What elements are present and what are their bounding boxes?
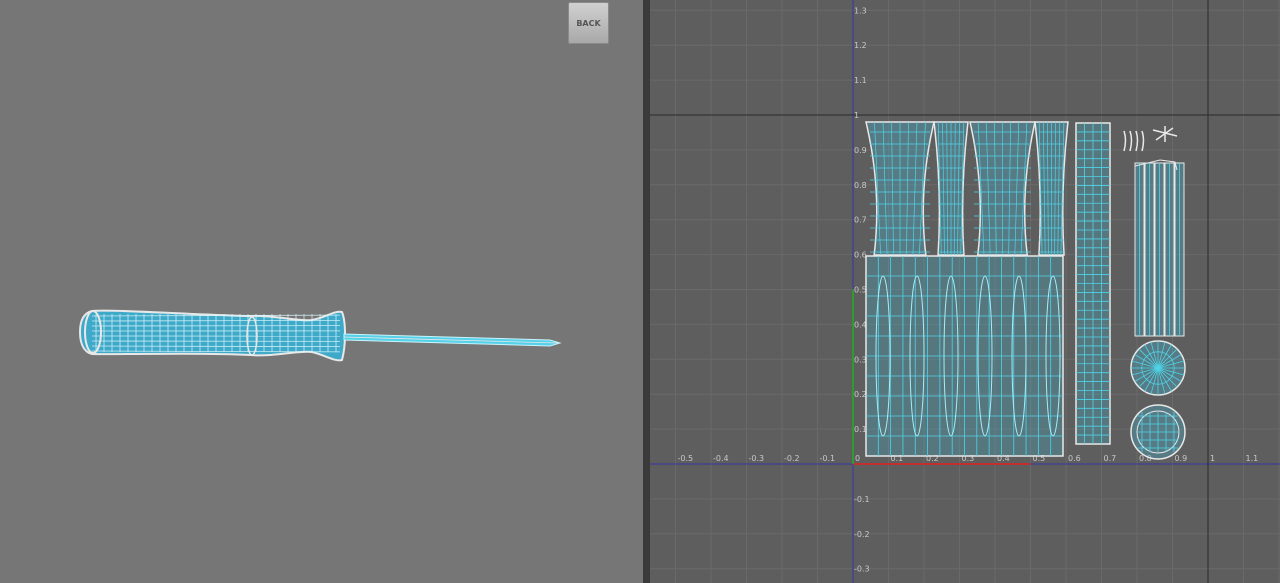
uv-shell-cap-top xyxy=(1130,340,1186,396)
y-tick-label: 0.8 xyxy=(854,181,867,190)
x-tick-label: 0 xyxy=(855,454,860,463)
y-tick-label: 0.1 xyxy=(854,425,867,434)
y-tick-label: -0.3 xyxy=(854,565,870,574)
y-tick-label: 1.2 xyxy=(854,41,867,50)
uv-grid: 6-0.5-0.4-0.3-0.2-0.100.10.20.30.40.50.6… xyxy=(650,0,1280,583)
x-tick-label: -0.4 xyxy=(713,454,729,463)
uv-shell-cap-bottom xyxy=(1130,404,1186,460)
y-tick-label: 0.2 xyxy=(854,390,867,399)
x-tick-label: 0.7 xyxy=(1104,454,1117,463)
screwdriver-shaft xyxy=(343,333,562,347)
uv-shell-strip xyxy=(1075,122,1111,445)
y-tick-label: -0.1 xyxy=(854,495,870,504)
uv-editor[interactable]: 6-0.5-0.4-0.3-0.2-0.100.10.20.30.40.50.6… xyxy=(650,0,1280,583)
x-tick-label: -0.2 xyxy=(784,454,800,463)
y-tick-label: 0.4 xyxy=(854,320,867,329)
x-tick-label: 0.6 xyxy=(1068,454,1081,463)
3d-viewport[interactable]: BACK xyxy=(0,0,643,583)
y-tick-label: -0.2 xyxy=(854,530,870,539)
screwdriver-wireframe xyxy=(78,309,562,362)
y-tick-label: 0.6 xyxy=(854,251,867,260)
x-tick-label: -0.5 xyxy=(678,454,694,463)
x-tick-label: -0.3 xyxy=(749,454,765,463)
uv-shell-grip xyxy=(865,255,1064,457)
x-tick-label: 1 xyxy=(1210,454,1215,463)
x-tick-label: -0.1 xyxy=(820,454,836,463)
y-tick-label: 0.7 xyxy=(854,216,867,225)
y-tick-label: 0.3 xyxy=(854,355,867,364)
uv-shell-shaft xyxy=(1134,159,1185,337)
y-tick-label: 0.9 xyxy=(854,146,867,155)
uv-shell-flare-3 xyxy=(969,121,1036,256)
uv-shell-tip xyxy=(1123,126,1178,152)
panel-divider[interactable] xyxy=(643,0,650,583)
x-tick-label: 1.1 xyxy=(1246,454,1259,463)
uv-shell-flare-2 xyxy=(933,121,969,256)
y-tick-label: 1.3 xyxy=(854,6,867,15)
uv-shell-flare-1 xyxy=(865,121,935,256)
x-tick-label: 0.9 xyxy=(1175,454,1188,463)
y-tick-label: 1 xyxy=(854,111,859,120)
screwdriver-handle xyxy=(78,309,346,362)
y-tick-label: 0.5 xyxy=(854,286,867,295)
back-button[interactable]: BACK xyxy=(568,2,609,44)
y-tick-label: 1.1 xyxy=(854,76,867,85)
uv-shell-flare-4 xyxy=(1034,121,1069,256)
